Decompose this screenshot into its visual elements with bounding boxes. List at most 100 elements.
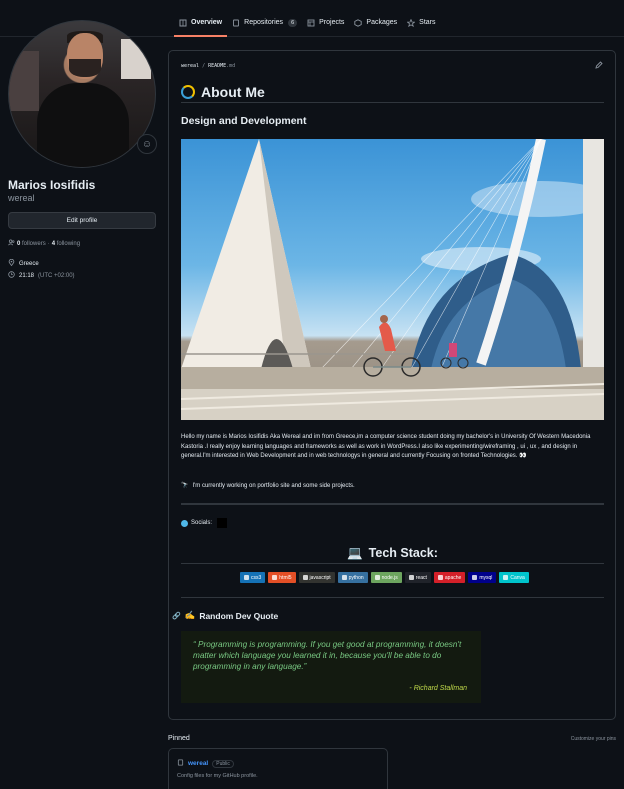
badge-canva: Canva [499, 572, 529, 583]
quote-card: “ Programming is programming. If you get… [181, 631, 481, 703]
quote-author: - Richard Stallman [409, 685, 467, 692]
readme-path-separator: / [199, 63, 209, 69]
architecture-photo-drawing [181, 139, 604, 420]
spinning-globe-icon [181, 84, 195, 99]
following-link[interactable]: 4 following [52, 241, 80, 247]
badge-logo-icon [244, 575, 249, 580]
tab-list: Overview Repositories 6 Projects Package… [174, 13, 441, 37]
badge-logo-icon [341, 575, 347, 580]
badge-label: python [348, 574, 364, 581]
badge-python: python [337, 572, 368, 583]
badge-logo-icon [503, 575, 509, 580]
book-icon [179, 19, 187, 27]
profile-localtime: 21:18 (UTC +02:00) [8, 271, 75, 280]
edit-readme-pencil-icon[interactable] [595, 61, 603, 71]
visibility-badge: Public [212, 759, 234, 768]
following-label: following [56, 240, 81, 247]
tab-projects[interactable]: Projects [302, 13, 349, 37]
badge-html5: html5 [268, 572, 296, 583]
pinned-repo-card: wereal Public Config files for my GitHub… [168, 748, 388, 789]
badge-logo-icon [437, 575, 443, 580]
tab-stars[interactable]: Stars [402, 13, 440, 37]
tab-repositories-label: Repositories [244, 19, 284, 26]
quote-heading: 🔗 ✍ Random Dev Quote [172, 610, 278, 621]
quote-heading-text: Random Dev Quote [199, 610, 279, 621]
badge-logo-icon [302, 575, 308, 580]
timezone-text: (UTC +02:00) [38, 272, 75, 279]
social-link-icon[interactable] [217, 518, 228, 528]
quote-text: “ Programming is programming. If you get… [193, 640, 462, 672]
techstack-heading-text: Tech Stack: [368, 546, 438, 560]
profile-fullname: Marios Iosifidis [8, 178, 96, 192]
badge-logo-icon [374, 575, 380, 580]
badge-label: node.js [381, 574, 398, 581]
section-divider [181, 503, 604, 505]
anchor-link-icon[interactable]: 🔗 [172, 612, 181, 620]
about-heading-text: About Me [201, 83, 265, 100]
customize-pins-link[interactable]: Customize your pins [571, 736, 616, 742]
tab-overview-label: Overview [191, 19, 223, 26]
badge-nodejs: node.js [370, 572, 402, 583]
quote-divider [181, 597, 604, 598]
pinned-repo-link[interactable]: wereal [188, 760, 208, 767]
telescope-icon: 🔭 [181, 483, 189, 489]
set-status-button[interactable]: ☺ [137, 134, 157, 154]
badge-apache: apache [433, 572, 466, 583]
followers-count: 0 [17, 240, 21, 247]
tab-stars-label: Stars [419, 19, 436, 26]
edit-profile-button[interactable]: Edit profile [8, 212, 156, 229]
repo-icon [232, 19, 240, 27]
badge-react: react [404, 572, 431, 583]
badge-logo-icon [408, 575, 414, 580]
tab-projects-label: Projects [319, 19, 345, 26]
followers-label: followers [22, 240, 46, 247]
followers-link[interactable]: 0 followers [17, 241, 46, 247]
readme-path-file[interactable]: README [208, 63, 226, 69]
follow-separator: · [47, 240, 50, 247]
badge-logo-icon [272, 575, 278, 580]
readme-card: wereal / README.md About Me Design and D… [168, 50, 616, 720]
badge-label: mysql [479, 574, 493, 581]
tab-packages[interactable]: Packages [349, 13, 402, 37]
time-text: 21:18 [19, 272, 35, 279]
badge-label: javascript [309, 574, 331, 581]
badge-mysql: mysql [468, 572, 497, 583]
package-icon [354, 19, 363, 27]
readme-path: wereal / README.md [181, 63, 235, 69]
avatar-background-window [121, 39, 151, 79]
avatar-shirt [37, 83, 129, 167]
pinned-title: Pinned [168, 735, 190, 742]
architecture-photo [181, 139, 604, 420]
avatar-beard [69, 59, 101, 77]
globe-dot-icon [181, 519, 188, 527]
about-heading: About Me [181, 81, 604, 103]
tab-packages-label: Packages [366, 19, 398, 26]
avatar-background-shelf [9, 51, 39, 111]
badge-javascript: javascript [298, 572, 335, 583]
location-icon [8, 258, 15, 268]
people-icon [8, 239, 15, 248]
profile-location: Greece [8, 258, 39, 268]
badge-label: css3 [251, 574, 262, 581]
clock-icon [8, 271, 15, 280]
repositories-count-badge: 6 [288, 19, 298, 27]
follow-stats: 0 followers · 4 following [8, 239, 80, 248]
badge-label: html5 [279, 574, 292, 581]
pinned-repo-header: wereal Public [177, 759, 234, 768]
smiley-icon: ☺ [141, 138, 153, 150]
table-icon [307, 19, 315, 27]
readme-path-user[interactable]: wereal [181, 63, 199, 69]
writing-hand-icon: ✍ [184, 610, 196, 620]
badge-css3: css3 [240, 572, 266, 583]
tab-repositories[interactable]: Repositories 6 [227, 13, 302, 37]
socials-line: Socials: [181, 518, 228, 528]
tab-overview[interactable]: Overview [174, 13, 228, 37]
star-icon [407, 19, 416, 27]
location-text: Greece [19, 260, 39, 267]
repo-icon [177, 759, 184, 768]
avatar[interactable] [8, 20, 156, 168]
badge-label: react [415, 574, 427, 581]
techstack-badges: css3 html5 javascript python node.js react apa… [240, 572, 529, 583]
intro-paragraph: Hello my name is Marios Iosifidis Aka We… [181, 434, 591, 460]
pinned-repo-description: Config files for my GitHub profile. [177, 773, 258, 779]
